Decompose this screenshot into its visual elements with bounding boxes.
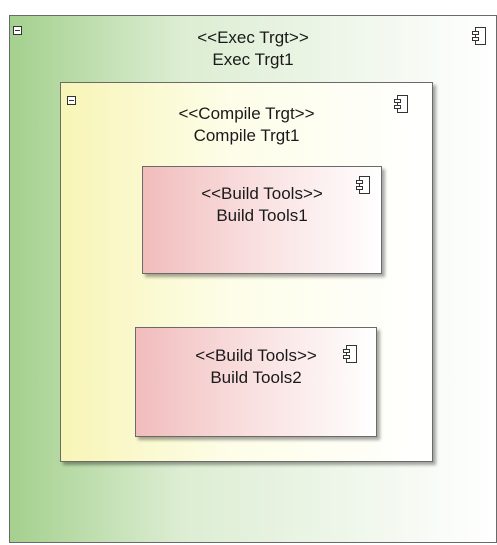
build-tools-stereotype: <<Build Tools>> (201, 184, 323, 203)
build-tools-name: Build Tools2 (210, 368, 302, 387)
compile-target-stereotype: <<Compile Trgt>> (178, 104, 315, 123)
exec-target-name: Exec Trgt1 (212, 50, 294, 69)
compile-target-name: Compile Trgt1 (193, 126, 300, 145)
build-tools-name: Build Tools1 (216, 206, 308, 225)
exec-target-stereotype: <<Exec Trgt>> (197, 28, 309, 47)
build-tools-node-1[interactable]: <<Build Tools>> Build Tools1 (142, 166, 382, 274)
build-tools-stereotype: <<Build Tools>> (195, 346, 317, 365)
build-tools-node-2[interactable]: <<Build Tools>> Build Tools2 (135, 327, 377, 437)
